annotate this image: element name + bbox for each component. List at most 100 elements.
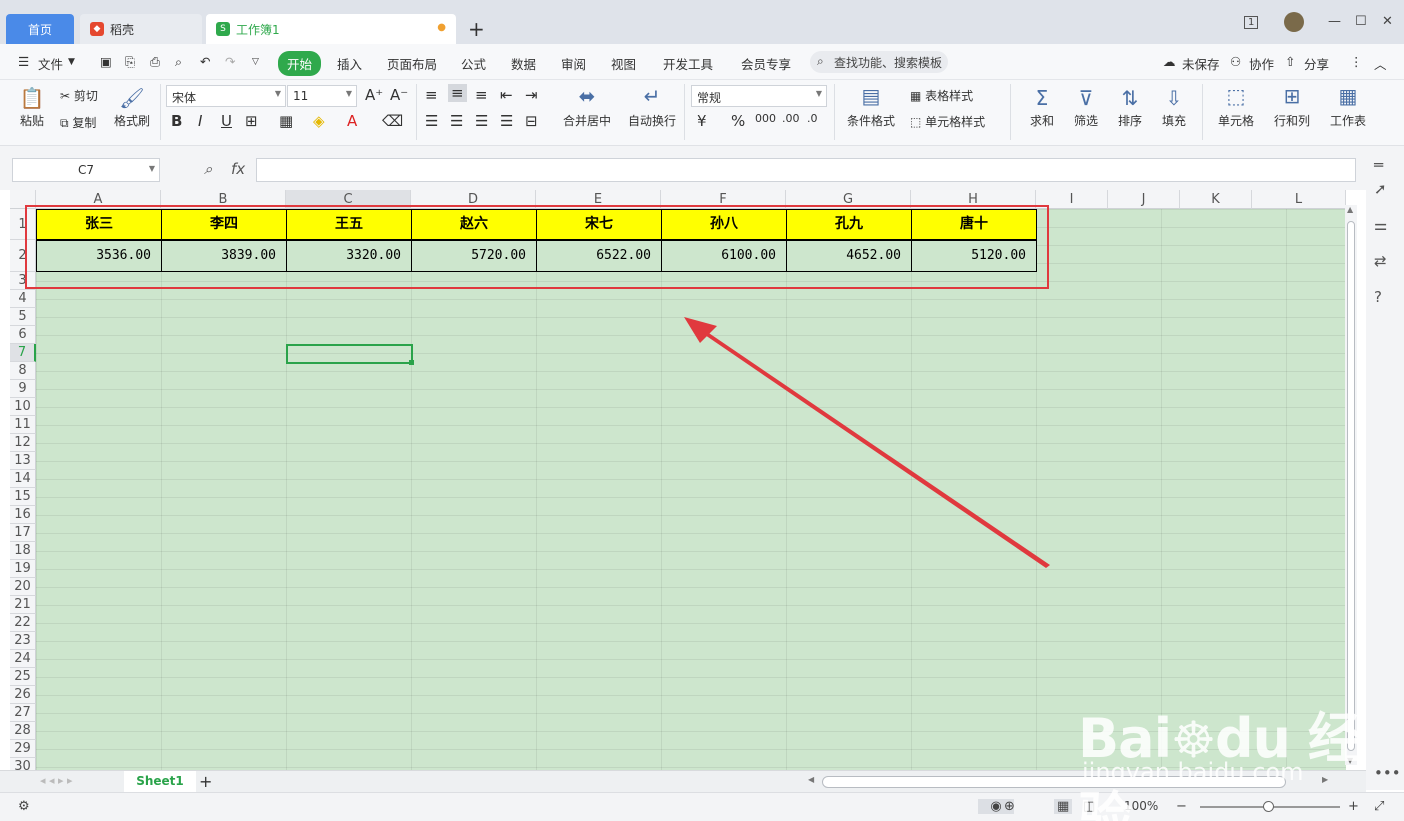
row-header-25[interactable]: 25 [10,668,36,686]
row-header-7[interactable]: 7 [10,344,36,362]
normal-view-icon[interactable]: ▦ [1054,799,1073,814]
row-header-24[interactable]: 24 [10,650,36,668]
column-header-l[interactable]: L [1252,190,1346,209]
minimize-icon[interactable]: — [1328,14,1341,29]
maximize-icon[interactable]: ☐ [1355,14,1367,29]
filter-button[interactable]: ⊽ 筛选 [1062,84,1110,129]
save-icon[interactable]: ▣ [100,54,112,69]
formula-input[interactable] [256,158,1356,182]
menu-member[interactable]: 会员专享 [741,54,791,73]
share-button[interactable]: 分享 [1304,54,1329,73]
increase-indent-icon[interactable]: ⇥ [525,86,538,104]
menu-page-layout[interactable]: 页面布局 [387,54,437,73]
percent-icon[interactable]: % [731,112,745,130]
column-header-k[interactable]: K [1180,190,1252,209]
border-icon[interactable]: ⊞ [245,112,258,130]
more-icon[interactable]: ⋮ [1350,54,1363,69]
row-header-20[interactable]: 20 [10,578,36,596]
table-style-button[interactable]: ▦ 表格样式 [910,87,973,104]
align-middle-icon[interactable]: ≡ [448,84,467,102]
decrease-font-icon[interactable]: A⁻ [390,86,408,104]
justify-icon[interactable]: ☰ [500,112,513,130]
scroll-up-icon[interactable]: ▲ [1347,205,1353,214]
distribute-icon[interactable]: ⊟ [525,112,538,130]
fill-button[interactable]: ⇩ 填充 [1150,84,1198,129]
menu-icon[interactable]: ☰ [18,54,29,69]
decrease-decimal-icon[interactable]: .0 [807,112,818,125]
row-col-button[interactable]: ⊞ 行和列 [1266,84,1318,129]
undo-icon[interactable]: ↶ [200,54,210,69]
fill-color-icon[interactable]: ◈ [313,112,325,130]
row-header-30[interactable]: 30 [10,758,36,770]
select-pointer-icon[interactable]: ➚ [1374,180,1387,198]
font-size-select[interactable]: 11 ▼ [287,85,357,107]
row-header-27[interactable]: 27 [10,704,36,722]
worksheet-button[interactable]: ▦ 工作表 [1322,84,1374,129]
help-icon[interactable]: ? [1374,288,1382,306]
tab-home[interactable]: 首页 [6,14,74,44]
align-center-icon[interactable]: ☰ [450,112,463,130]
unsaved-status[interactable]: 未保存 [1182,54,1220,73]
format-painter-button[interactable]: 🖌 格式刷 [108,84,156,129]
row-header-4[interactable]: 4 [10,290,36,308]
page-count-badge[interactable]: 1 [1244,16,1259,29]
row-header-28[interactable]: 28 [10,722,36,740]
number-format-select[interactable]: 常规 ▼ [691,85,827,107]
sheet-tab-sheet1[interactable]: Sheet1 [124,771,196,793]
tab-docer[interactable]: ◆ 稻壳 [80,14,202,44]
paste-button[interactable]: 📋 粘贴 [8,84,56,129]
selected-cell[interactable] [286,344,413,364]
tab-workbook[interactable]: S 工作簿1 ● [206,14,456,44]
name-box[interactable]: C7 ▼ [12,158,160,182]
menu-developer[interactable]: 开发工具 [663,54,713,73]
font-family-select[interactable]: 宋体 ▼ [166,85,286,107]
row-header-11[interactable]: 11 [10,416,36,434]
merge-center-button[interactable]: ⬌ 合并居中 [556,84,618,129]
cell-fill-pattern-icon[interactable]: ▦ [279,112,293,130]
italic-icon[interactable]: I [198,112,202,130]
menu-insert[interactable]: 插入 [337,54,362,73]
sheet-nav-arrows-icon[interactable]: ◂ ◂ ▸ ▸ [40,774,73,787]
row-header-26[interactable]: 26 [10,686,36,704]
row-header-23[interactable]: 23 [10,632,36,650]
fill-handle[interactable] [409,360,414,365]
align-bottom-icon[interactable]: ≡ [475,86,488,104]
row-header-15[interactable]: 15 [10,488,36,506]
redo-icon[interactable]: ↷ [225,54,235,69]
align-right-icon[interactable]: ☰ [475,112,488,130]
decrease-indent-icon[interactable]: ⇤ [500,86,513,104]
settings-slider-icon[interactable]: ⚌ [1374,216,1387,234]
increase-font-icon[interactable]: A⁺ [365,86,383,104]
clear-format-icon[interactable]: ⌫ [382,112,403,130]
row-header-14[interactable]: 14 [10,470,36,488]
zoom-icon[interactable]: ⌕ [204,160,212,178]
increase-decimal-icon[interactable]: .00 [782,112,800,125]
collapse-ribbon-icon[interactable]: ︿ [1374,54,1387,73]
cut-button[interactable]: ✂ 剪切 [60,87,98,104]
cell-grid[interactable] [36,209,1346,770]
row-header-5[interactable]: 5 [10,308,36,326]
row-header-16[interactable]: 16 [10,506,36,524]
row-header-12[interactable]: 12 [10,434,36,452]
sum-button[interactable]: Σ 求和 [1018,84,1066,129]
copy-button[interactable]: ⧉ 复制 [60,114,96,131]
column-header-j[interactable]: J [1108,190,1180,209]
avatar[interactable] [1284,12,1304,32]
menu-review[interactable]: 审阅 [561,54,586,73]
collab-button[interactable]: 协作 [1249,54,1274,73]
menu-file[interactable]: 文件 [38,54,63,73]
cell-style-button[interactable]: ⬚ 单元格样式 [910,113,985,130]
row-header-6[interactable]: 6 [10,326,36,344]
quick-access-more-icon[interactable]: ▽ [252,57,259,67]
view-mode-icon[interactable]: ⊕ [1004,799,1015,814]
font-color-icon[interactable]: A [347,112,357,130]
fx-icon[interactable]: fx [231,160,245,178]
row-header-22[interactable]: 22 [10,614,36,632]
auto-wrap-button[interactable]: ↵ 自动换行 [624,84,680,129]
align-left-icon[interactable]: ☰ [425,112,438,130]
row-header-17[interactable]: 17 [10,524,36,542]
sort-button[interactable]: ⇅ 排序 [1106,84,1154,129]
export-icon[interactable]: ⎘ [125,54,135,70]
menu-formulas[interactable]: 公式 [461,54,486,73]
row-header-10[interactable]: 10 [10,398,36,416]
